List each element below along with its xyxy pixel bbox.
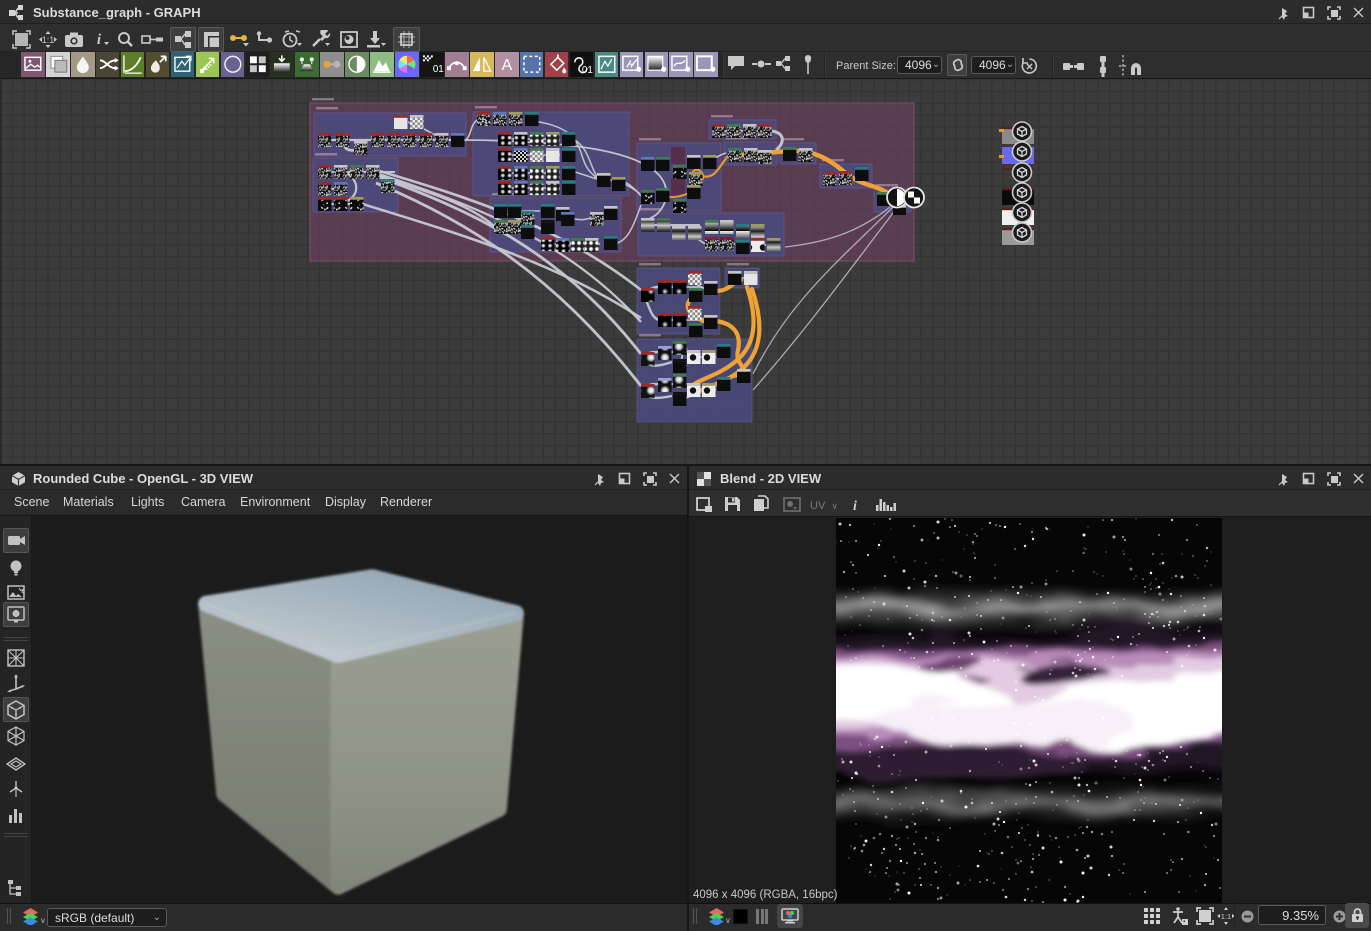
svg-text:1:1: 1:1 (42, 35, 55, 45)
svg-text:01: 01 (433, 64, 444, 75)
svg-text:i: i (853, 499, 857, 513)
svg-text:1:1: 1:1 (1221, 912, 1231, 921)
svg-text:A: A (501, 57, 512, 74)
svg-text:i: i (97, 32, 102, 48)
svg-text:01: 01 (582, 65, 593, 76)
